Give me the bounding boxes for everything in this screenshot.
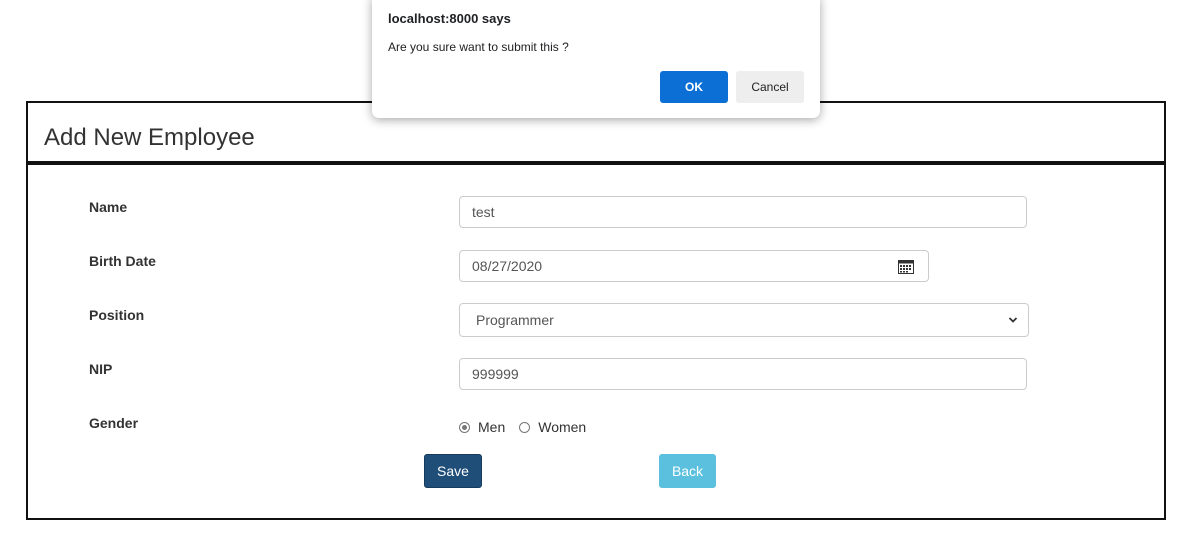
name-input-value: test: [472, 204, 495, 220]
dialog-title: localhost:8000 says: [388, 11, 511, 26]
save-button[interactable]: Save: [424, 454, 482, 488]
name-input[interactable]: test: [459, 196, 1027, 228]
gender-radio-group: Men Women: [459, 419, 586, 435]
dialog-message: Are you sure want to submit this ?: [388, 40, 569, 54]
gender-label: Gender: [89, 415, 139, 431]
chevron-down-icon: [1008, 317, 1018, 323]
position-selected-value: Programmer: [476, 312, 554, 328]
dialog-ok-button[interactable]: OK: [660, 71, 728, 103]
gender-radio-men[interactable]: [459, 421, 470, 433]
employee-form-panel: Add New Employee Name test Birth Date 08…: [26, 101, 1166, 520]
birth-date-input[interactable]: 08/27/2020: [459, 250, 929, 282]
confirm-dialog: localhost:8000 says Are you sure want to…: [372, 0, 820, 118]
nip-input-value: 999999: [472, 366, 519, 382]
position-label: Position: [89, 307, 145, 323]
nip-input[interactable]: 999999: [459, 358, 1027, 390]
calendar-icon[interactable]: [898, 259, 914, 274]
gender-option-women-label[interactable]: Women: [538, 419, 586, 435]
back-button[interactable]: Back: [659, 454, 716, 488]
name-label: Name: [89, 199, 128, 215]
page: Add New Employee Name test Birth Date 08…: [0, 0, 1198, 540]
page-title: Add New Employee: [44, 124, 255, 151]
birth-date-value: 08/27/2020: [472, 258, 543, 274]
position-select[interactable]: Programmer: [459, 303, 1029, 337]
dialog-cancel-button[interactable]: Cancel: [736, 71, 804, 103]
birth-date-label: Birth Date: [89, 253, 156, 269]
gender-radio-women[interactable]: [519, 421, 531, 433]
nip-label: NIP: [89, 361, 113, 377]
gender-option-men-label[interactable]: Men: [478, 419, 505, 435]
